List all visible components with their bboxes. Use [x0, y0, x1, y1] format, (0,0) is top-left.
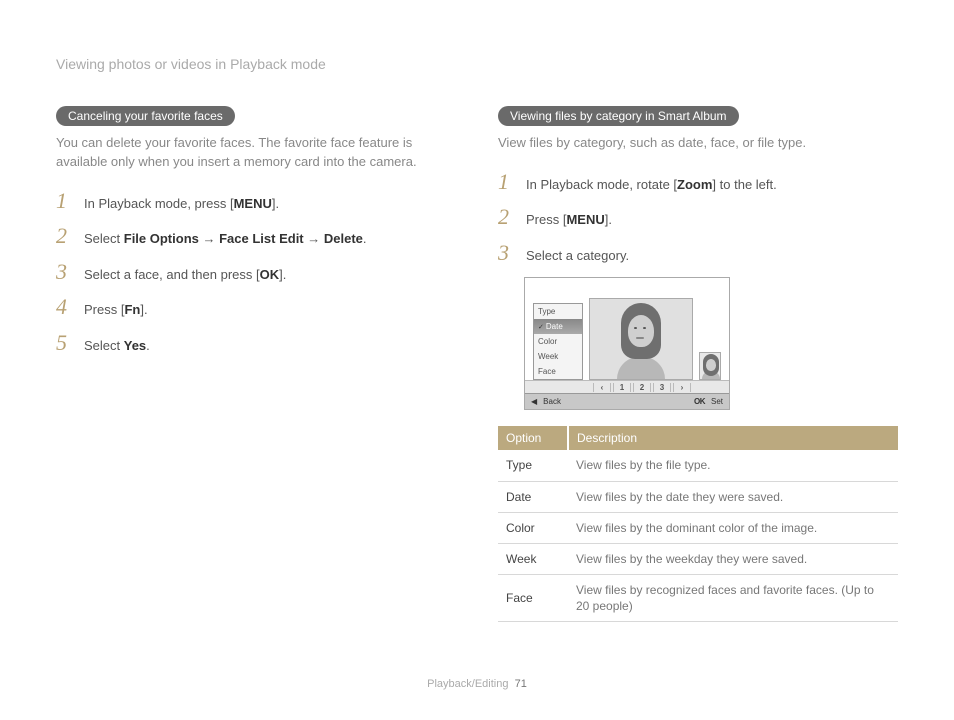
menu-item-face: Face — [534, 364, 582, 379]
thumbnail — [699, 352, 721, 380]
right-column: Viewing files by category in Smart Album… — [498, 106, 898, 622]
preview-photo — [589, 298, 693, 380]
step-number: 4 — [56, 296, 72, 318]
camera-screen: Type Date Color Week Face — [524, 277, 730, 410]
footer-section: Playback/Editing — [427, 678, 508, 690]
page-header: Viewing photos or videos in Playback mod… — [56, 56, 898, 72]
left-column: Canceling your favorite faces You can de… — [56, 106, 456, 622]
menu-item-type: Type — [534, 304, 582, 319]
section-pill-cancel-faces: Canceling your favorite faces — [56, 106, 235, 126]
table-row: TypeView files by the file type. — [498, 450, 898, 481]
step-text: In Playback mode, press [MENU]. — [84, 194, 456, 214]
step: 2 Press [MENU]. — [498, 206, 898, 230]
options-table: Option Description TypeView files by the… — [498, 426, 898, 622]
camera-screen-illustration: Type Date Color Week Face — [524, 277, 898, 410]
pager-1: 1 — [613, 383, 631, 392]
step-text: Press [MENU]. — [526, 210, 898, 230]
pager-2: 2 — [633, 383, 651, 392]
page-footer: Playback/Editing 71 — [0, 678, 954, 690]
step-number: 3 — [56, 261, 72, 283]
category-menu: Type Date Color Week Face — [533, 303, 583, 380]
th-option: Option — [498, 426, 568, 450]
intro-text: View files by category, such as date, fa… — [498, 134, 898, 153]
step: 3 Select a face, and then press [OK]. — [56, 261, 456, 285]
menu-item-week: Week — [534, 349, 582, 364]
face-illustration — [613, 301, 669, 379]
table-row: DateView files by the date they were sav… — [498, 481, 898, 512]
menu-item-date: Date — [534, 319, 582, 334]
step-text: In Playback mode, rotate [Zoom] to the l… — [526, 175, 898, 195]
content-columns: Canceling your favorite faces You can de… — [56, 106, 898, 622]
step: 3 Select a category. — [498, 242, 898, 266]
section-pill-smart-album: Viewing files by category in Smart Album — [498, 106, 739, 126]
step: 4 Press [Fn]. — [56, 296, 456, 320]
step-number: 1 — [498, 171, 514, 193]
set-label: Set — [711, 397, 723, 406]
th-description: Description — [568, 426, 898, 450]
pager: ‹ 1 2 3 › — [525, 380, 729, 393]
step-text: Press [Fn]. — [84, 300, 456, 320]
step-text: Select a face, and then press [OK]. — [84, 265, 456, 285]
screen-bottom-bar: ◀ Back OK Set — [525, 393, 729, 409]
table-row: WeekView files by the weekday they were … — [498, 543, 898, 574]
step: 5 Select Yes. — [56, 332, 456, 356]
pager-left-icon: ‹ — [593, 383, 611, 392]
intro-text: You can delete your favorite faces. The … — [56, 134, 456, 172]
step: 1 In Playback mode, press [MENU]. — [56, 190, 456, 214]
back-arrow-icon: ◀ — [531, 397, 537, 406]
page-number: 71 — [515, 678, 527, 690]
step-number: 5 — [56, 332, 72, 354]
right-steps: 1 In Playback mode, rotate [Zoom] to the… — [498, 171, 898, 266]
step-text: Select a category. — [526, 246, 898, 266]
pager-3: 3 — [653, 383, 671, 392]
step: 1 In Playback mode, rotate [Zoom] to the… — [498, 171, 898, 195]
step-number: 2 — [498, 206, 514, 228]
back-label: Back — [543, 397, 561, 406]
step-text: Select File Options → Face List Edit → D… — [84, 229, 456, 249]
pager-right-icon: › — [673, 383, 691, 392]
table-row: FaceView files by recognized faces and f… — [498, 575, 898, 622]
step-number: 2 — [56, 225, 72, 247]
step-number: 1 — [56, 190, 72, 212]
table-row: ColorView files by the dominant color of… — [498, 512, 898, 543]
step-number: 3 — [498, 242, 514, 264]
step: 2 Select File Options → Face List Edit →… — [56, 225, 456, 249]
left-steps: 1 In Playback mode, press [MENU]. 2 Sele… — [56, 190, 456, 356]
step-text: Select Yes. — [84, 336, 456, 356]
ok-icon: OK — [694, 397, 705, 406]
menu-item-color: Color — [534, 334, 582, 349]
